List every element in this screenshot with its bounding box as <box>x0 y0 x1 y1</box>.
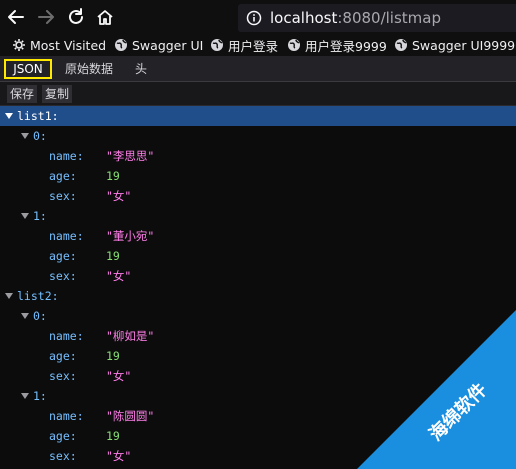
tree-row-age[interactable]: age: 19 <box>0 166 516 186</box>
url-bar[interactable]: localhost:8080/listmap <box>238 4 516 32</box>
tab-json[interactable]: JSON <box>4 59 52 79</box>
string-value: "董小宛" <box>106 229 155 243</box>
home-icon[interactable] <box>94 6 116 28</box>
tree-row-name[interactable]: name: "董小宛" <box>0 226 516 246</box>
bookmarks-toolbar: Most Visited Swagger UI 用户登录 用户登录9999 Sw… <box>0 34 516 56</box>
info-icon[interactable] <box>246 10 262 26</box>
globe-icon <box>395 39 407 51</box>
tree-row-list2[interactable]: list2: <box>0 286 516 306</box>
back-arrow-icon[interactable] <box>5 6 27 28</box>
tree-row-list1-0[interactable]: 0: <box>0 126 516 146</box>
globe-icon <box>115 39 127 51</box>
forward-arrow-icon[interactable] <box>35 6 57 28</box>
key-label: name: <box>49 229 84 243</box>
copy-button[interactable]: 复制 <box>42 85 73 103</box>
string-value: "李思思" <box>106 149 155 163</box>
expand-toggle-icon[interactable] <box>5 293 13 299</box>
tree-row-name[interactable]: name: "李思思" <box>0 146 516 166</box>
key-label: age: <box>49 349 77 363</box>
url-text: localhost:8080/listmap <box>270 9 441 27</box>
string-value: "女" <box>106 189 132 203</box>
number-value: 19 <box>106 169 120 183</box>
tree-row-sex[interactable]: sex: "女" <box>0 446 516 466</box>
tree-row-name[interactable]: name: "陈圆圆" <box>0 406 516 426</box>
expand-toggle-icon[interactable] <box>21 213 29 219</box>
string-value: "女" <box>106 369 132 383</box>
key-label: list1: <box>17 109 59 123</box>
key-label: sex: <box>49 449 77 463</box>
string-value: "女" <box>106 449 132 463</box>
key-label: 0: <box>33 309 47 323</box>
key-label: list2: <box>17 289 59 303</box>
key-label: age: <box>49 169 77 183</box>
globe-icon <box>288 39 300 51</box>
tree-row-age[interactable]: age: 19 <box>0 346 516 366</box>
tree-row-sex[interactable]: sex: "女" <box>0 366 516 386</box>
globe-icon <box>211 39 223 51</box>
expand-toggle-icon[interactable] <box>5 113 13 119</box>
key-label: age: <box>49 429 77 443</box>
save-button[interactable]: 保存 <box>7 85 38 103</box>
reload-icon[interactable] <box>65 6 87 28</box>
bookmark-most-visited[interactable]: Most Visited <box>12 36 106 54</box>
tree-row-age[interactable]: age: 19 <box>0 246 516 266</box>
number-value: 19 <box>106 249 120 263</box>
key-label: name: <box>49 409 84 423</box>
tree-row-list2-1[interactable]: 1: <box>0 386 516 406</box>
tab-headers[interactable]: 头 <box>128 59 154 79</box>
string-value: "女" <box>106 269 132 283</box>
key-label: 0: <box>33 129 47 143</box>
expand-toggle-icon[interactable] <box>21 133 29 139</box>
number-value: 19 <box>106 349 120 363</box>
json-viewer-tabs: JSON 原始数据 头 <box>0 56 516 82</box>
bookmark-swagger-ui-9999[interactable]: Swagger UI9999 <box>394 36 515 54</box>
key-label: name: <box>49 149 84 163</box>
bookmark-user-login-9999[interactable]: 用户登录9999 <box>287 36 387 54</box>
tree-row-sex[interactable]: sex: "女" <box>0 186 516 206</box>
key-label: sex: <box>49 189 77 203</box>
tree-row-list1-1[interactable]: 1: <box>0 206 516 226</box>
browser-navbar: localhost:8080/listmap <box>0 0 516 34</box>
tree-row-sex[interactable]: sex: "女" <box>0 266 516 286</box>
tree-row-age[interactable]: age: 19 <box>0 426 516 446</box>
bookmark-swagger-ui[interactable]: Swagger UI <box>114 36 203 54</box>
tab-raw-data[interactable]: 原始数据 <box>60 59 118 79</box>
string-value: "陈圆圆" <box>106 409 155 423</box>
expand-toggle-icon[interactable] <box>21 313 29 319</box>
key-label: sex: <box>49 269 77 283</box>
bookmark-user-login[interactable]: 用户登录 <box>210 36 278 54</box>
tree-row-name[interactable]: name: "柳如是" <box>0 326 516 346</box>
key-label: age: <box>49 249 77 263</box>
key-label: 1: <box>33 389 47 403</box>
string-value: "柳如是" <box>106 329 155 343</box>
json-tree: list1: 0: name: "李思思" age: 19 sex: "女" 1… <box>0 106 516 469</box>
tree-row-list2-0[interactable]: 0: <box>0 306 516 326</box>
json-toolbar: 保存 复制 <box>0 82 516 106</box>
key-label: 1: <box>33 209 47 223</box>
key-label: name: <box>49 329 84 343</box>
expand-toggle-icon[interactable] <box>21 393 29 399</box>
key-label: sex: <box>49 369 77 383</box>
gear-icon <box>13 39 25 51</box>
number-value: 19 <box>106 429 120 443</box>
tree-row-list1[interactable]: list1: <box>0 106 516 126</box>
